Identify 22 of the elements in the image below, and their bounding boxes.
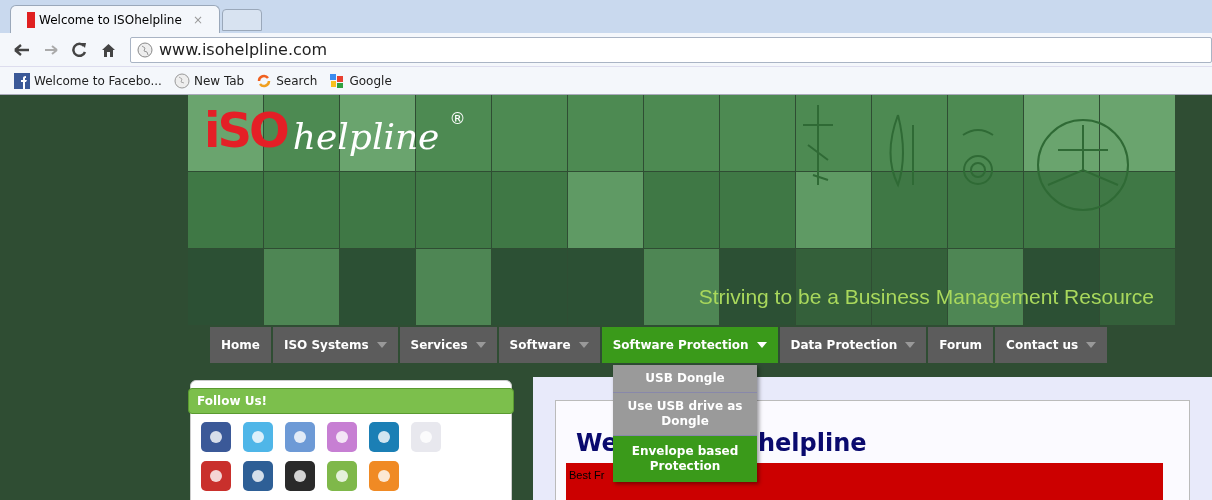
banner-text: Best Fr xyxy=(569,468,605,483)
menu-tab[interactable]: Software xyxy=(498,327,600,363)
bookmark-link[interactable]: Google xyxy=(349,71,392,90)
bookmark-link[interactable]: Search xyxy=(276,71,318,90)
menu-tab[interactable]: ISO Systems xyxy=(272,327,398,363)
menu-tab[interactable]: Data Protection xyxy=(779,327,927,363)
address-bar[interactable]: www.isohelpline.com xyxy=(130,36,1212,63)
menu-tab[interactable]: Contact us xyxy=(995,327,1108,363)
menu-tab[interactable]: Forum xyxy=(928,327,994,363)
menu-tab[interactable]: Services xyxy=(399,327,497,363)
menu-tab[interactable]: Home xyxy=(210,327,271,363)
url-text: www.isohelpline.com xyxy=(159,38,328,61)
panel-title: Follow Us! xyxy=(188,388,514,414)
bookmark-link[interactable]: New Tab xyxy=(193,71,245,90)
tagline: Striving to be a Business Management Resource xyxy=(698,284,1154,310)
dropdown-item[interactable]: Envelope based Protection xyxy=(613,436,757,482)
browser-tab[interactable]: Welcome to ISOhelpline × xyxy=(10,5,220,33)
bookmark-link[interactable]: Welcome to Facebo... xyxy=(34,71,162,90)
page-heading: helpline xyxy=(758,428,867,459)
menu-tab[interactable]: Software Protection xyxy=(601,327,778,363)
registered-mark: ® xyxy=(449,108,466,130)
tab-title: Welcome to ISOhelpline xyxy=(39,11,182,29)
